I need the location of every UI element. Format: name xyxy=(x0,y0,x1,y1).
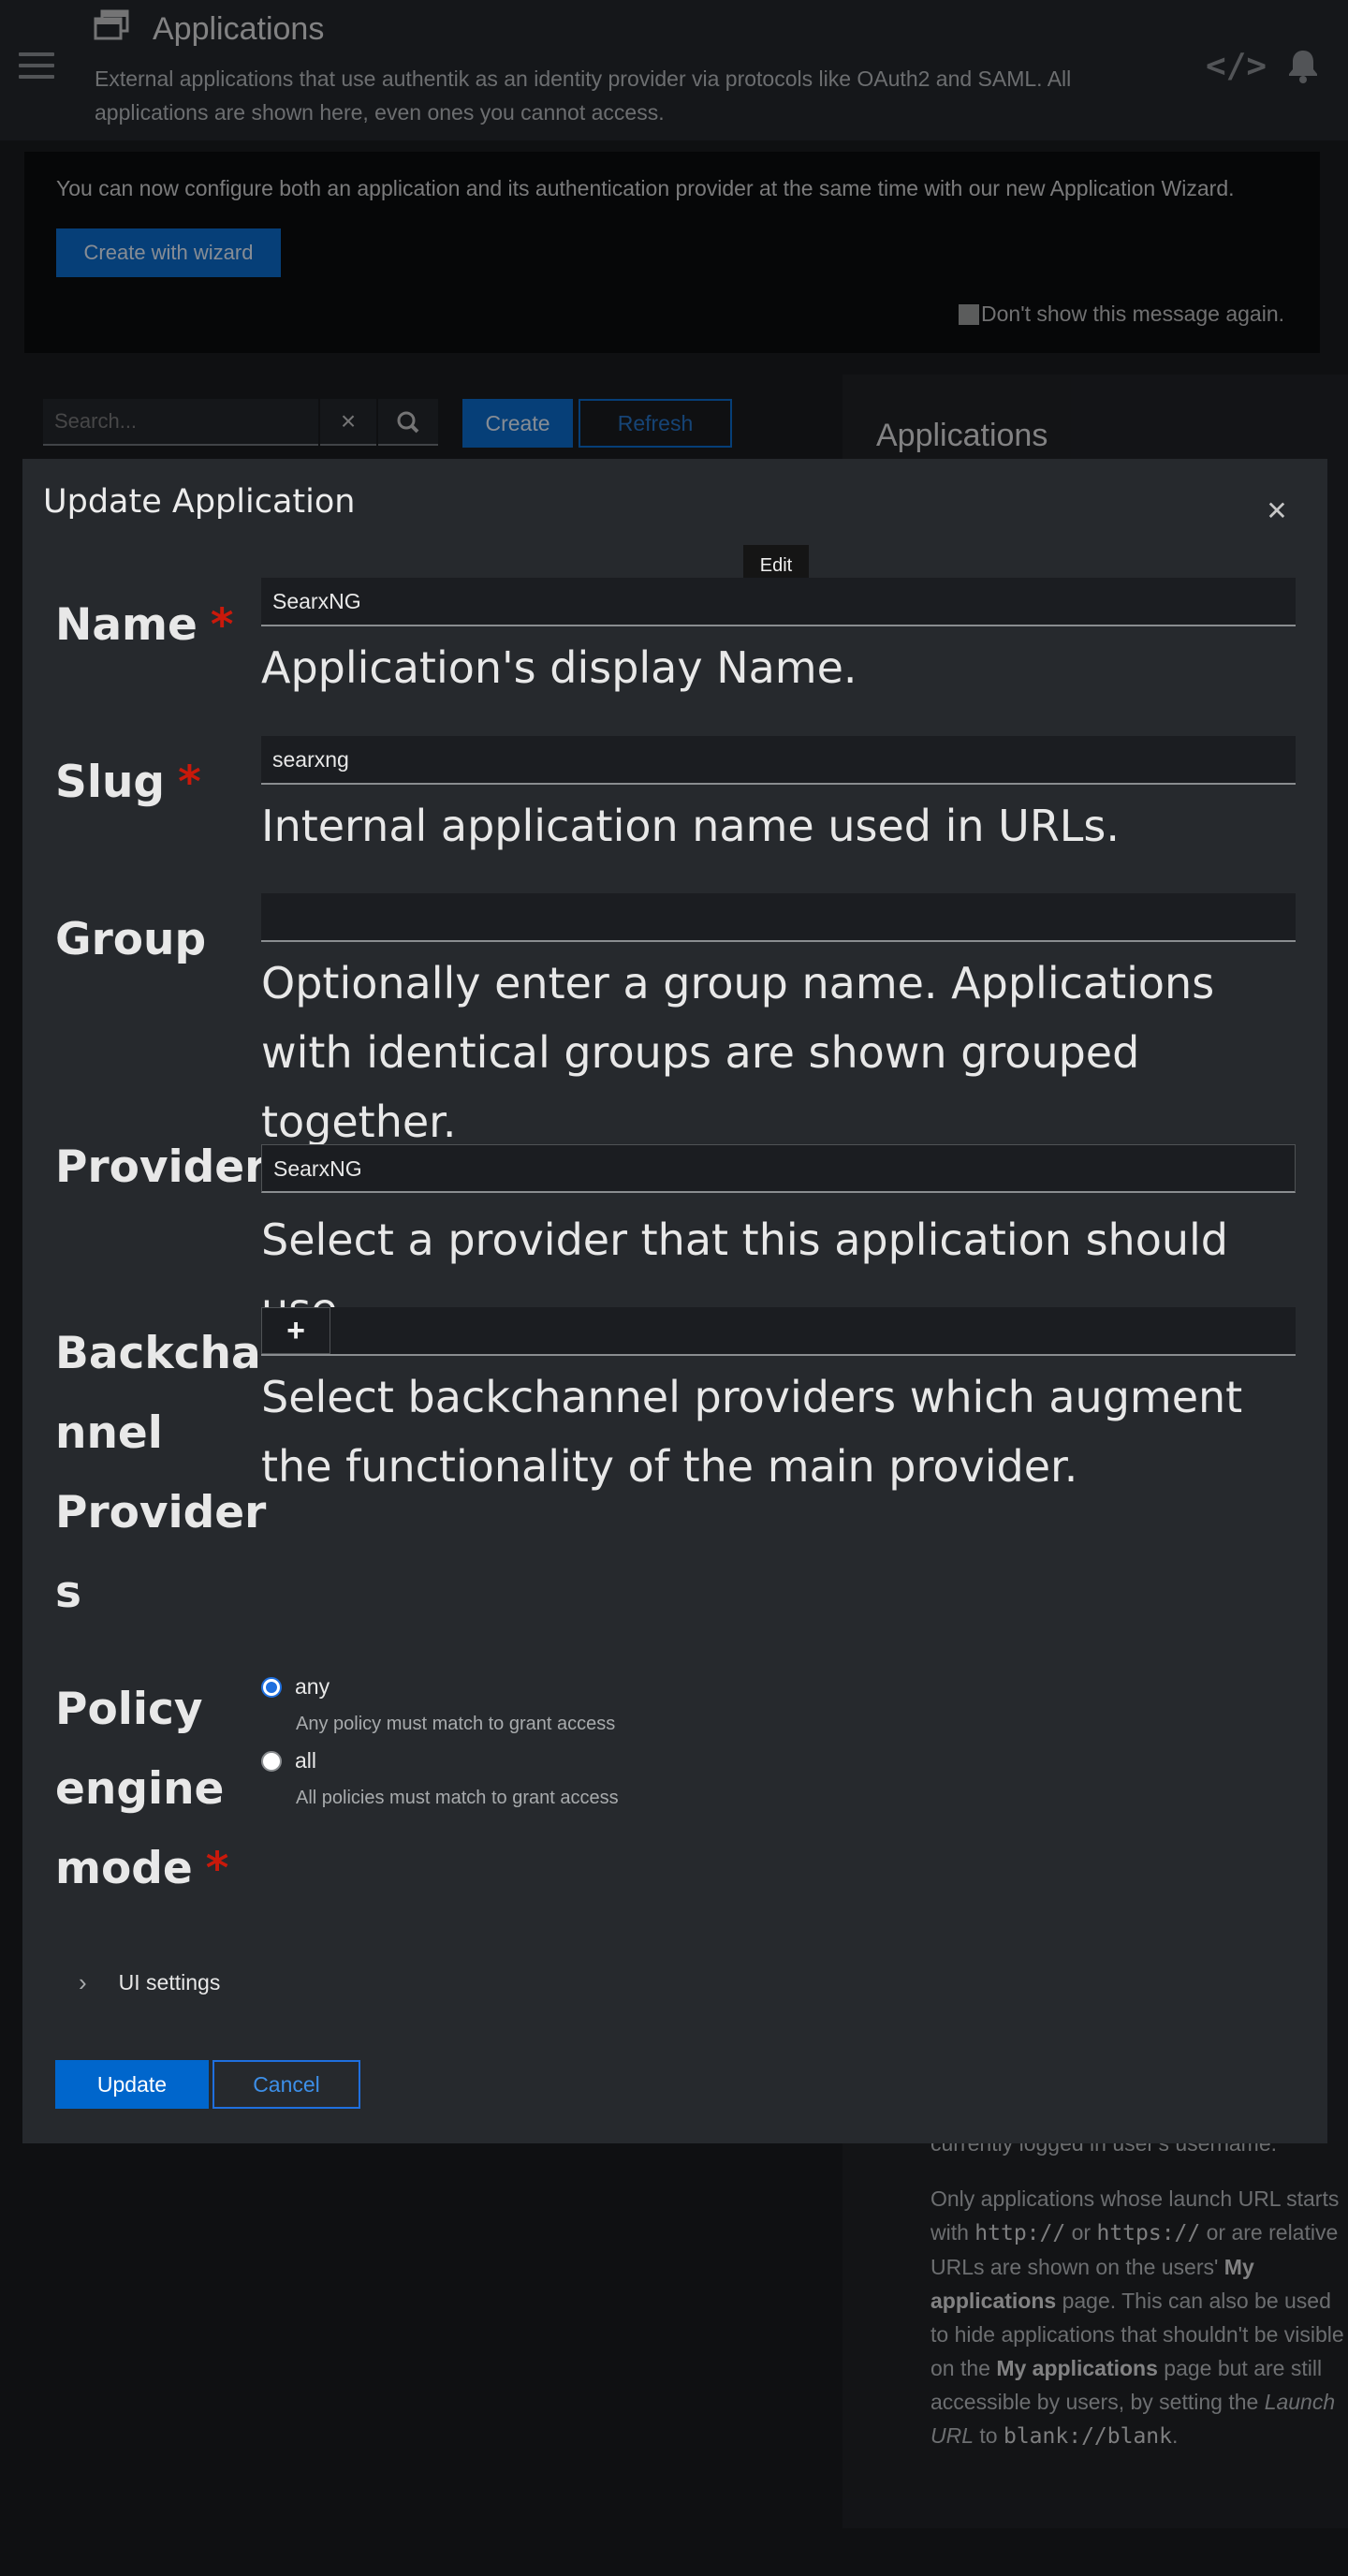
radio-description: Any policy must match to grant access xyxy=(296,1714,616,1734)
side-bold-text: My applications xyxy=(996,2356,1158,2380)
wizard-banner: You can now configure both an applicatio… xyxy=(24,152,1320,353)
policy-label-line: mode * xyxy=(55,1843,229,1894)
side-text-part: to xyxy=(979,2423,998,2448)
update-application-modal: Update Application ✕ Edit Name* Applicat… xyxy=(22,459,1327,2143)
required-marker: * xyxy=(210,599,234,651)
clear-search-button[interactable]: × xyxy=(320,399,376,446)
slug-label-text: Slug xyxy=(55,757,166,808)
bell-icon[interactable] xyxy=(1284,47,1322,84)
required-marker: * xyxy=(178,757,201,808)
page-header: Applications External applications that … xyxy=(0,0,1348,140)
backchannel-label-line: Backcha xyxy=(55,1328,261,1379)
refresh-button[interactable]: Refresh xyxy=(579,399,732,448)
search-button[interactable] xyxy=(378,399,438,446)
name-input[interactable] xyxy=(261,578,1296,625)
dont-show-checkbox[interactable] xyxy=(959,303,979,325)
add-backchannel-button[interactable]: + xyxy=(261,1307,330,1354)
banner-text: You can now configure both an applicatio… xyxy=(56,176,1235,200)
search-icon xyxy=(397,411,419,434)
backchannel-helper: Select backchannel providers which augme… xyxy=(261,1372,1243,1492)
dont-show-checkbox-row[interactable]: Don't show this message again. xyxy=(959,302,1284,327)
menu-icon[interactable] xyxy=(19,52,54,79)
provider-label: Provider xyxy=(55,1141,267,1193)
backchannel-label-line: nnel xyxy=(55,1407,163,1459)
group-label: Group xyxy=(55,914,207,965)
side-code-blank: blank://blank xyxy=(1003,2424,1172,2449)
create-with-wizard-button[interactable]: Create with wizard xyxy=(56,228,281,277)
ui-settings-label: UI settings xyxy=(118,1970,221,1995)
backchannel-field: + xyxy=(261,1307,1296,1356)
backchannel-label: Backcha nnel Provider s xyxy=(55,1314,266,1632)
side-text-part: or xyxy=(1071,2220,1092,2245)
policy-mode-label: Policy engine mode * xyxy=(55,1670,228,1908)
ui-settings-toggle[interactable]: › UI settings xyxy=(79,1968,220,1997)
dont-show-label: Don't show this message again. xyxy=(981,302,1285,326)
radio-label: all xyxy=(295,1748,317,1773)
group-field[interactable] xyxy=(261,893,1296,942)
close-icon[interactable]: ✕ xyxy=(1258,493,1296,530)
slug-helper: Internal application name used in URLs. xyxy=(261,801,1120,851)
side-help-text: Only applications whose launch URL start… xyxy=(930,2182,1348,2453)
cancel-button[interactable]: Cancel xyxy=(212,2060,360,2109)
policy-label-line: Policy xyxy=(55,1684,203,1735)
radio-description: All policies must match to grant access xyxy=(296,1788,619,1808)
radio-label: any xyxy=(295,1674,330,1699)
search-input[interactable] xyxy=(43,399,318,446)
slug-input[interactable] xyxy=(261,736,1296,783)
name-helper: Application's display Name. xyxy=(261,642,857,693)
provider-select-value: SearxNG xyxy=(273,1156,362,1181)
policy-radio-all[interactable]: all xyxy=(261,1748,316,1774)
side-code-https: https:// xyxy=(1096,2221,1201,2245)
name-field[interactable] xyxy=(261,578,1296,626)
backchannel-label-line: Provider xyxy=(55,1487,267,1538)
group-helper: Optionally enter a group name. Applicati… xyxy=(261,958,1215,1147)
slug-label: Slug * xyxy=(55,743,201,822)
side-panel-heading: Applications xyxy=(876,418,1048,453)
side-text-period: . xyxy=(1172,2423,1179,2448)
backchannel-label-line: s xyxy=(55,1567,81,1618)
page-description: External applications that use authentik… xyxy=(95,66,1072,125)
side-code-http: http:// xyxy=(974,2221,1066,2245)
radio-button[interactable] xyxy=(261,1750,282,1772)
code-icon[interactable]: </> xyxy=(1206,47,1267,85)
update-button[interactable]: Update xyxy=(55,2060,209,2109)
slug-field[interactable] xyxy=(261,736,1296,785)
chevron-right-icon: › xyxy=(79,1968,87,1996)
name-label: Name * xyxy=(55,585,234,665)
applications-icon xyxy=(94,9,129,40)
required-marker: * xyxy=(205,1843,229,1894)
page-title: Applications xyxy=(153,11,325,47)
name-label-text: Name xyxy=(55,599,198,651)
policy-radio-any[interactable]: any xyxy=(261,1674,330,1700)
provider-select[interactable]: SearxNG xyxy=(261,1144,1296,1193)
modal-title: Update Application xyxy=(43,483,356,521)
group-input[interactable] xyxy=(261,893,1296,940)
policy-label-line: engine xyxy=(55,1763,225,1815)
create-button[interactable]: Create xyxy=(462,399,573,448)
radio-button-selected[interactable] xyxy=(261,1676,282,1698)
